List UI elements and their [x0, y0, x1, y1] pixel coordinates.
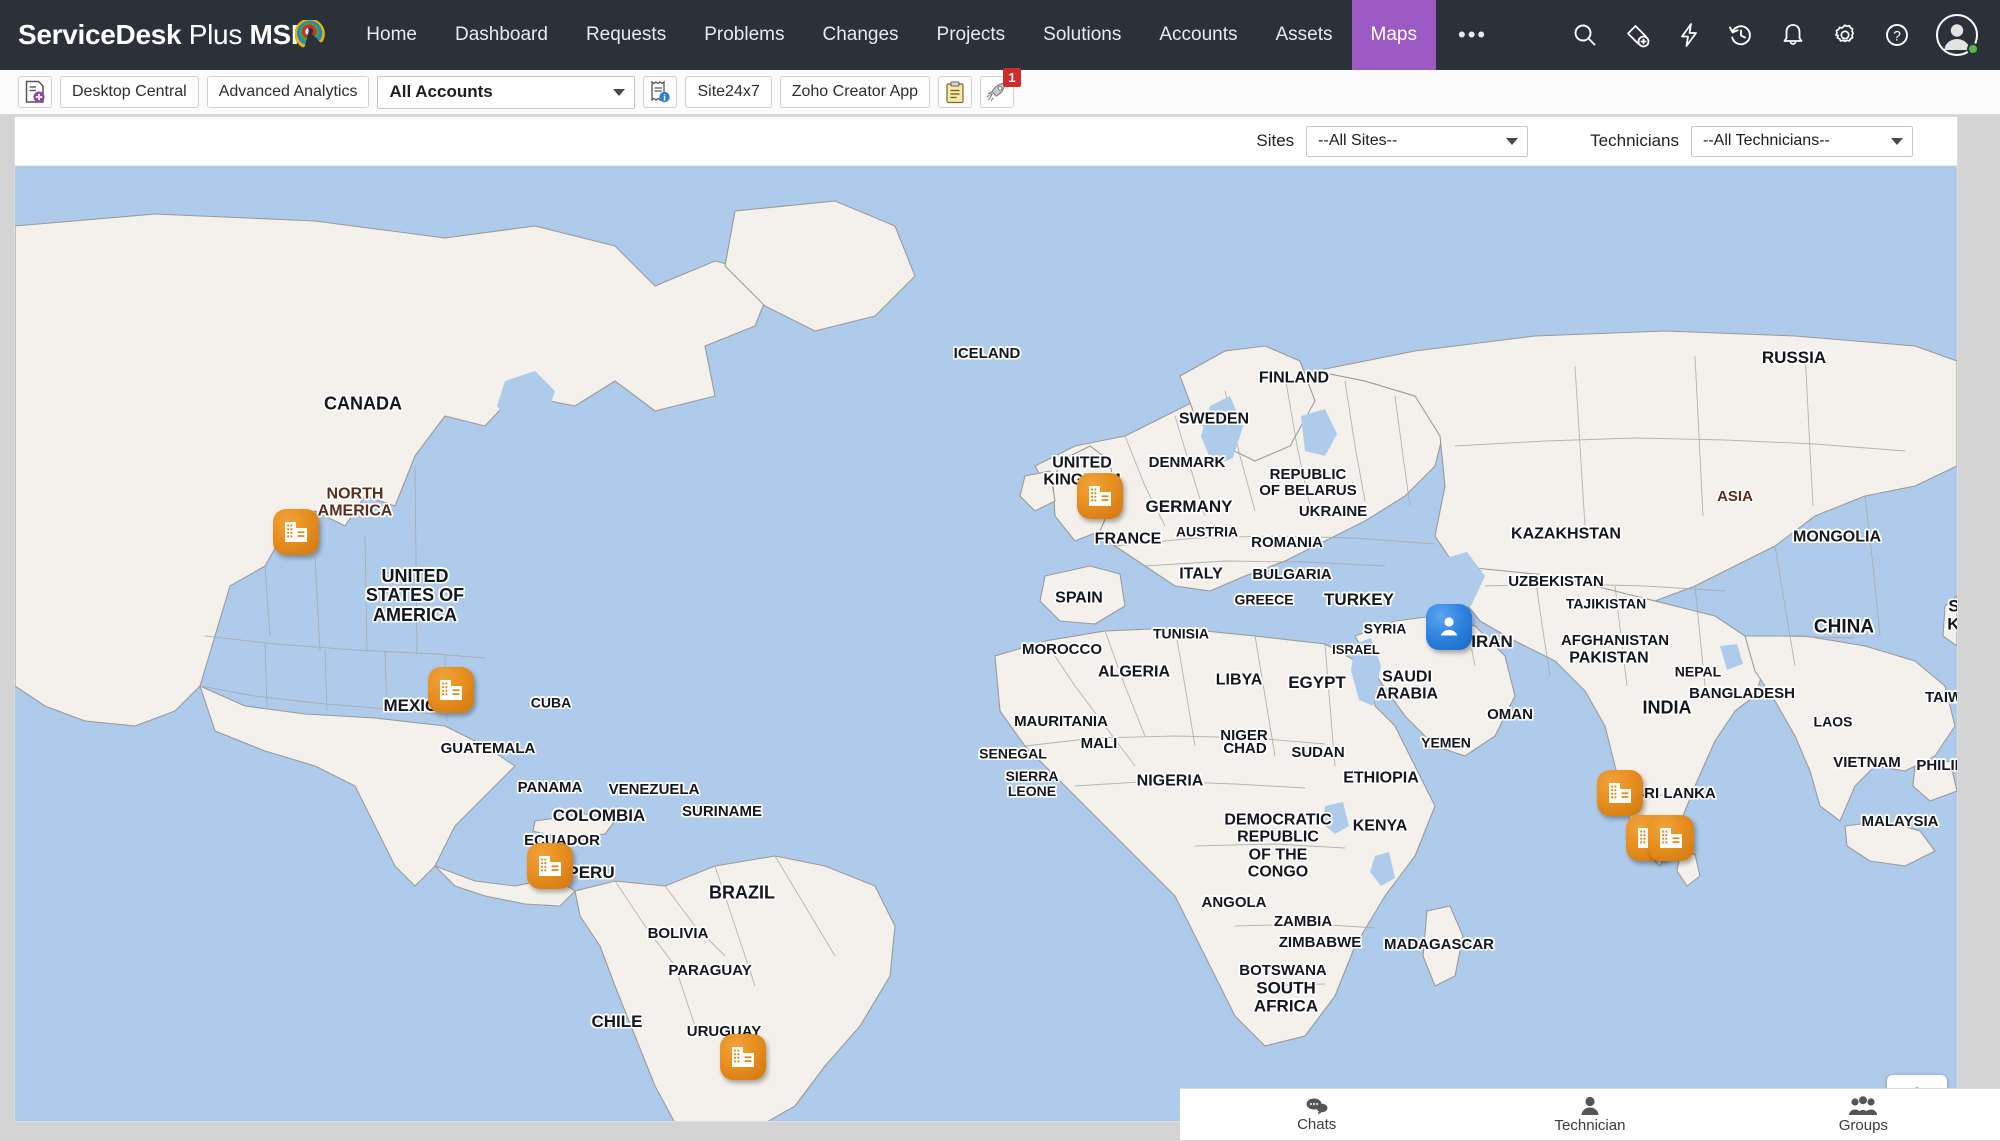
brazil-site[interactable]: [720, 1034, 766, 1080]
technicians-select-value: --All Technicians--: [1703, 132, 1830, 150]
maps-content-panel: Sites --All Sites-- Technicians --All Te…: [14, 116, 1958, 1122]
zoho-creator-app-button[interactable]: Zoho Creator App: [780, 76, 930, 108]
united-states-site[interactable]: [428, 667, 474, 713]
new-ticket-icon[interactable]: [1616, 14, 1658, 56]
map-landmass: [15, 166, 1957, 1122]
nav-link-solutions[interactable]: Solutions: [1024, 0, 1140, 70]
quick-actions-icon[interactable]: [1668, 14, 1710, 56]
nav-link-requests[interactable]: Requests: [567, 0, 685, 70]
sites-filter: Sites --All Sites--: [1256, 126, 1528, 157]
top-navigation-bar: ServiceDesk Plus MSP Home Dashboard Requ…: [0, 0, 2000, 70]
nav-link-dashboard[interactable]: Dashboard: [436, 0, 567, 70]
panama-site[interactable]: [527, 843, 573, 889]
account-select-value: All Accounts: [389, 82, 492, 102]
bottom-bar-label-chats: Chats: [1297, 1116, 1336, 1133]
account-select[interactable]: All Accounts: [377, 76, 635, 109]
chevron-down-icon: [1506, 138, 1518, 145]
bottom-bar-item-groups[interactable]: Groups: [1727, 1089, 2000, 1141]
svg-text:?: ?: [1893, 28, 1901, 44]
recent-history-icon[interactable]: [1720, 14, 1762, 56]
app-logo[interactable]: ServiceDesk Plus MSP: [0, 0, 347, 70]
nav-link-maps[interactable]: Maps: [1352, 0, 1436, 70]
logo-swirl-icon: [295, 20, 329, 54]
new-request-icon[interactable]: [18, 76, 52, 108]
help-icon[interactable]: ?: [1876, 14, 1918, 56]
india-north-site[interactable]: [1597, 770, 1643, 816]
bottom-bar-label-technician: Technician: [1555, 1117, 1626, 1134]
bottom-bar-item-technician[interactable]: Technician: [1453, 1089, 1726, 1141]
sites-select[interactable]: --All Sites--: [1306, 126, 1528, 157]
primary-nav-links: Home Dashboard Requests Problems Changes…: [347, 0, 1509, 70]
chats-icon: [1305, 1097, 1329, 1115]
nav-link-accounts[interactable]: Accounts: [1140, 0, 1256, 70]
settings-icon[interactable]: [1824, 14, 1866, 56]
avatar[interactable]: [1934, 12, 1980, 58]
top-nav-actions: ?: [1564, 0, 2000, 70]
technicians-select[interactable]: --All Technicians--: [1691, 126, 1913, 157]
nav-link-problems[interactable]: Problems: [685, 0, 803, 70]
advanced-analytics-button[interactable]: Advanced Analytics: [207, 76, 370, 108]
rocket-badge-count: 1: [1003, 68, 1021, 87]
bottom-bar-label-groups: Groups: [1839, 1117, 1888, 1134]
search-icon[interactable]: [1564, 14, 1606, 56]
north-america-site[interactable]: [273, 509, 319, 555]
nav-link-home[interactable]: Home: [347, 0, 436, 70]
app-logo-text: ServiceDesk Plus MSP: [18, 19, 309, 51]
bottom-bar-item-chats[interactable]: Chats: [1180, 1089, 1453, 1141]
technicians-filter: Technicians --All Technicians--: [1590, 126, 1913, 157]
clipboard-icon[interactable]: [938, 76, 972, 108]
nav-link-changes[interactable]: Changes: [803, 0, 917, 70]
map-filter-bar: Sites --All Sites-- Technicians --All Te…: [15, 117, 1957, 166]
rocket-button-wrapper: 1: [980, 76, 1014, 108]
desktop-central-button[interactable]: Desktop Central: [60, 76, 199, 108]
sites-select-value: --All Sites--: [1318, 132, 1397, 150]
avatar-online-status-dot: [1967, 43, 1979, 55]
technician-marker[interactable]: [1426, 604, 1472, 650]
groups-icon: [1848, 1096, 1878, 1116]
site24x7-button[interactable]: Site24x7: [685, 76, 771, 108]
sites-filter-label: Sites: [1256, 131, 1294, 151]
nav-more-menu-button[interactable]: •••: [1436, 0, 1509, 70]
technicians-filter-label: Technicians: [1590, 131, 1679, 151]
secondary-toolbar: Desktop Central Advanced Analytics All A…: [0, 70, 2000, 115]
bottom-chat-bar: Chats Technician Groups: [1180, 1088, 2000, 1140]
announcement-info-icon[interactable]: i: [643, 76, 677, 108]
united-kingdom-site[interactable]: [1077, 473, 1123, 519]
notifications-icon[interactable]: [1772, 14, 1814, 56]
technician-icon: [1579, 1096, 1601, 1116]
chevron-down-icon: [613, 89, 625, 96]
nav-link-assets[interactable]: Assets: [1257, 0, 1352, 70]
india-south-site-front[interactable]: [1648, 815, 1694, 861]
nav-link-projects[interactable]: Projects: [918, 0, 1025, 70]
chevron-down-icon: [1891, 138, 1903, 145]
world-map[interactable]: ICELANDRUSSIACANADAFINLANDSWEDENDENMARKU…: [15, 166, 1957, 1122]
